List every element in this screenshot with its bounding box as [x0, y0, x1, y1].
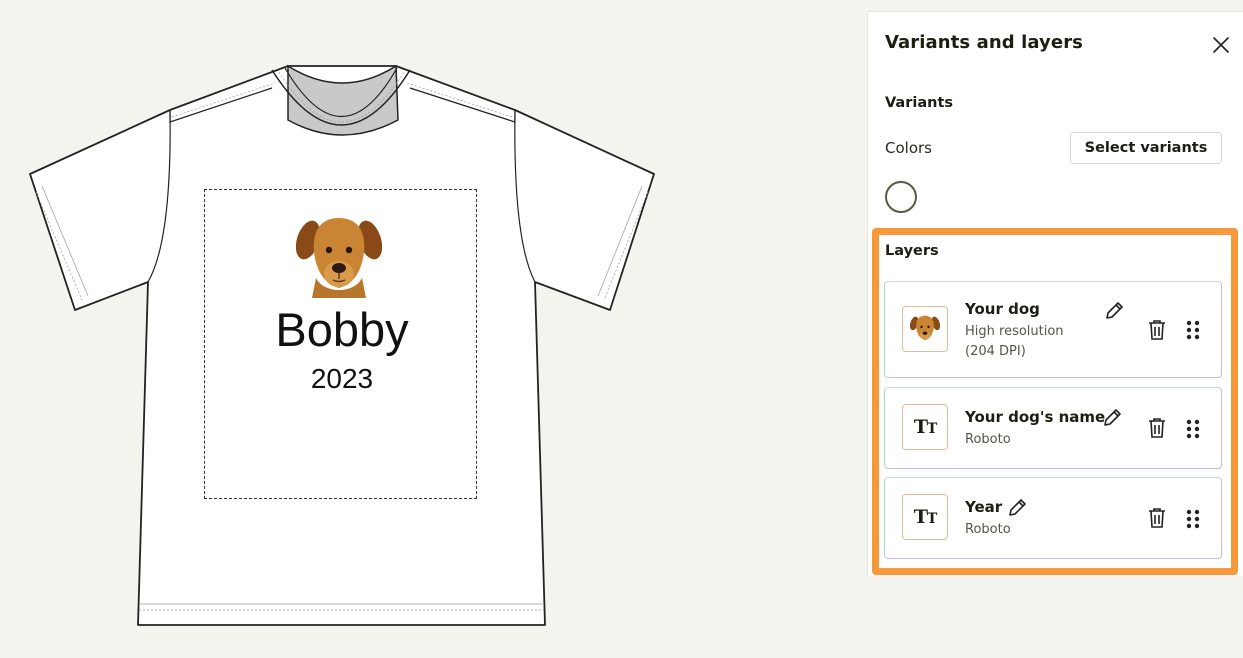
layer-name: Your dog's name: [965, 408, 1106, 426]
trash-icon[interactable]: [1147, 319, 1167, 341]
pencil-icon[interactable]: [1103, 300, 1125, 322]
layer-item-your-dogs-name[interactable]: TT Your dog's name Roboto: [884, 387, 1222, 469]
text-layer-thumbnail: TT: [902, 404, 948, 450]
color-swatch-white[interactable]: [885, 181, 917, 213]
text-icon: TT: [913, 416, 938, 438]
select-variants-button[interactable]: Select variants: [1070, 132, 1222, 164]
layer-subtitle: Roboto: [965, 432, 1011, 447]
pencil-icon[interactable]: [1006, 497, 1028, 519]
layer-name: Your dog: [965, 300, 1040, 318]
pencil-icon[interactable]: [1101, 407, 1123, 429]
dog-name-text-layer[interactable]: Bobby: [204, 300, 480, 360]
trash-icon[interactable]: [1147, 507, 1167, 529]
dog-image-thumbnail: [902, 306, 948, 352]
trash-icon[interactable]: [1147, 417, 1167, 439]
year-text-layer[interactable]: 2023: [204, 362, 480, 396]
text-icon: TT: [913, 506, 938, 528]
close-icon[interactable]: [1212, 36, 1230, 54]
text-layer-thumbnail: TT: [902, 494, 948, 540]
layers-heading: Layers: [885, 243, 939, 259]
layer-name: Year: [965, 498, 1003, 516]
panel-title: Variants and layers: [885, 32, 1083, 53]
colors-label: Colors: [885, 139, 932, 157]
dog-thumbnail-icon: [910, 315, 940, 341]
layer-item-your-dog[interactable]: Your dog High resolution (204 DPI): [884, 281, 1222, 378]
variants-heading: Variants: [885, 95, 954, 111]
drag-handle-icon[interactable]: [1186, 320, 1200, 340]
product-mockup-canvas: Bobby 2023: [0, 0, 860, 658]
layer-subtitle: High resolution (204 DPI): [965, 324, 1064, 359]
drag-handle-icon[interactable]: [1186, 419, 1200, 439]
layer-subtitle: Roboto: [965, 522, 1011, 537]
dog-image-layer[interactable]: [296, 214, 382, 298]
drag-handle-icon[interactable]: [1186, 509, 1200, 529]
variants-and-layers-panel: Variants and layers Variants Colors Sele…: [867, 11, 1243, 576]
layer-item-year[interactable]: TT Year Roboto: [884, 477, 1222, 559]
